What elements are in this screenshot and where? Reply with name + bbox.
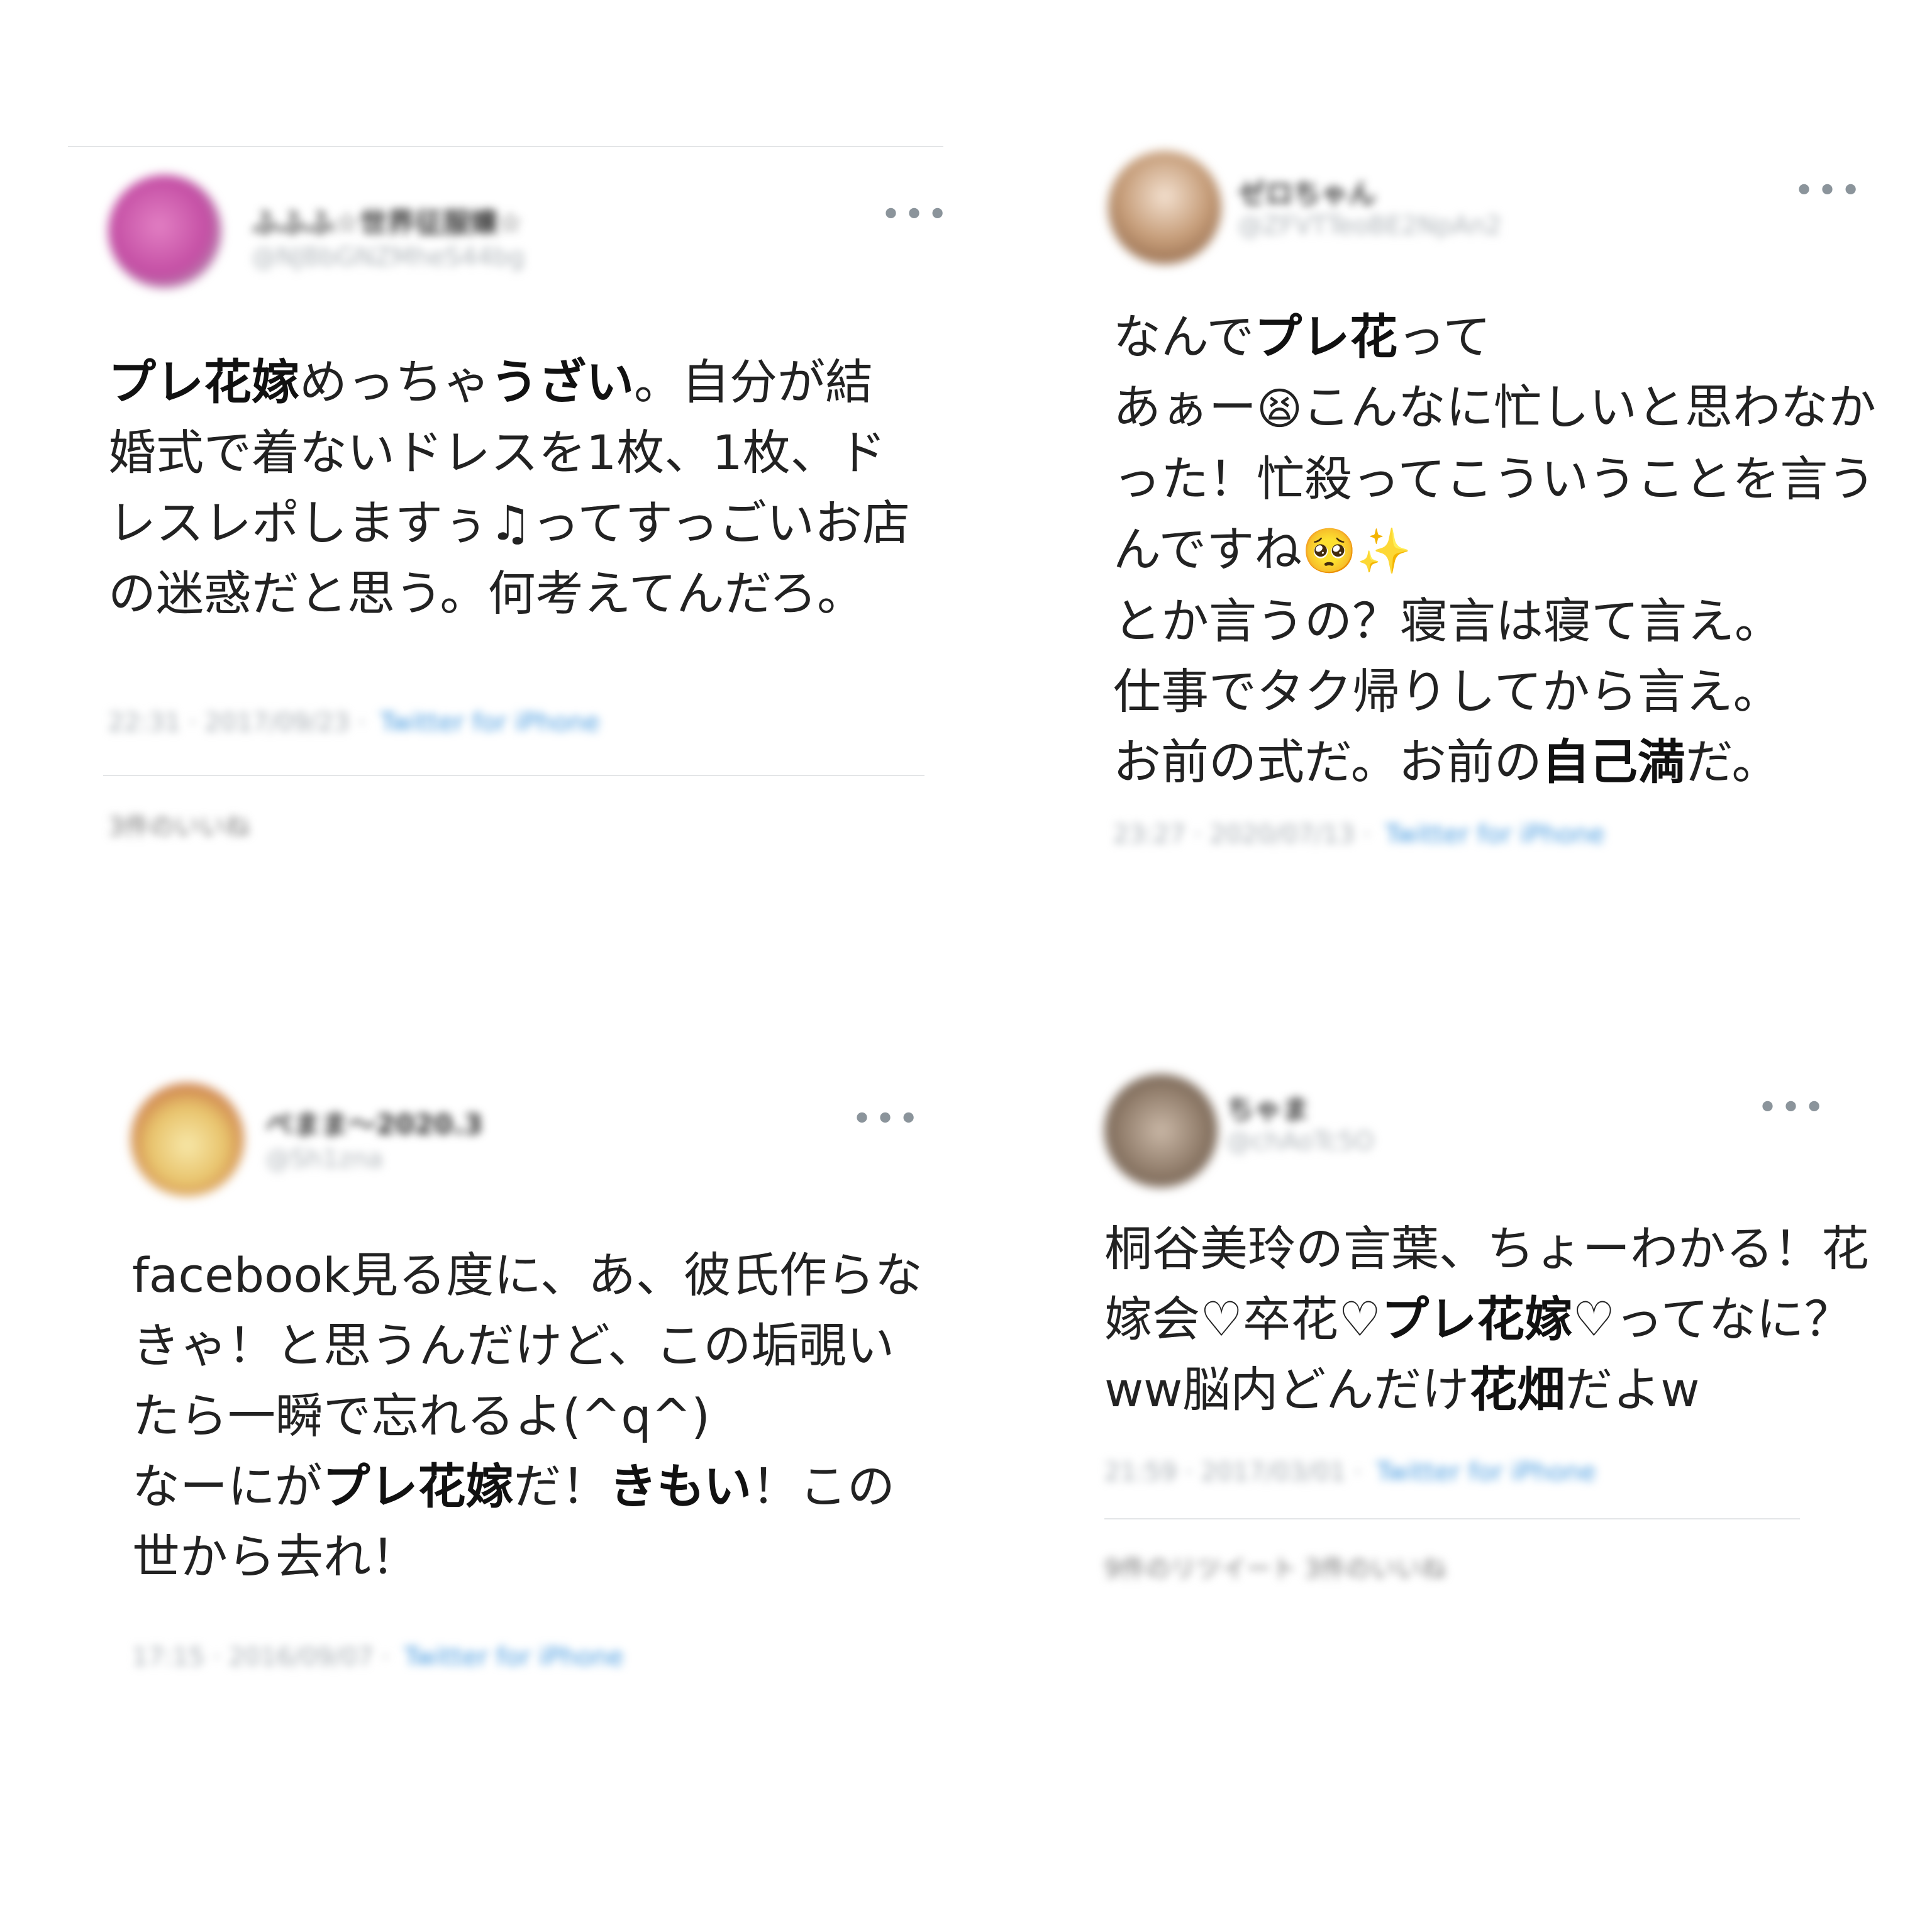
emoji: ✨ xyxy=(1357,525,1412,577)
text-segment: なーにが xyxy=(132,1458,323,1514)
tweet-text-line: あぁー😫こんなに忙しいと思わなか xyxy=(1113,372,1876,444)
text-segment: たら一瞬で忘れるよ(^q^) xyxy=(132,1388,710,1444)
tweet-text-line: とか言うの？寝言は寝て言え。 xyxy=(1113,586,1876,657)
user-handle[interactable]: @chAoTc5O xyxy=(1226,1127,1374,1156)
text-segment: ww脳内どんだけ xyxy=(1104,1362,1470,1418)
display-name[interactable]: ぺまま〜2020.3 xyxy=(265,1102,483,1142)
timestamp-text: 21:59 · 2017/03/01 · xyxy=(1104,1458,1370,1487)
display-name[interactable]: ふふふ☆世界征服嬢☆ xyxy=(252,200,523,240)
text-segment: あぁー xyxy=(1113,379,1257,435)
text-segment: 婚式で着ないドレスを1枚、1枚、ド xyxy=(108,425,886,480)
user-handle[interactable]: @ZFVTTeoBE2NpAn2 xyxy=(1238,211,1502,240)
tweet-timestamp: 17:15 · 2016/09/07 · Twitter for iPhone xyxy=(132,1643,624,1672)
tweet-text-line: プレ花嫁めっちゃうざい。自分が結 xyxy=(108,347,910,418)
tweet-timestamp: 23:27 · 2020/07/13 · Twitter for iPhone xyxy=(1113,820,1605,849)
text-segment: facebook見る度に、あ、彼氏作らな xyxy=(132,1247,923,1303)
text-segment: だ！ xyxy=(513,1458,609,1514)
source-link[interactable]: Twitter for iPhone xyxy=(404,1643,624,1672)
tweet-text: 桐谷美玲の言葉、ちょーわかる！花 嫁会♡卒花♡プレ花嫁♡ってなに？ ww脳内どんだけ… xyxy=(1104,1214,1869,1425)
tweet-text-line: たら一瞬で忘れるよ(^q^) xyxy=(132,1381,923,1452)
text-segment: だよw xyxy=(1565,1362,1700,1418)
avatar[interactable] xyxy=(1108,151,1221,264)
user-handle[interactable]: @NJBbGNZMheS44bg xyxy=(252,243,525,272)
source-link[interactable]: Twitter for iPhone xyxy=(1376,1458,1596,1487)
bold-text: プレ花嫁 xyxy=(322,1458,514,1514)
timestamp-text: 22:31 · 2017/09/23 · xyxy=(108,708,374,737)
engagement-stats[interactable]: 9件のリツイート 3件のいいね xyxy=(1104,1548,1446,1585)
bold-text: プレ花嫁 xyxy=(1381,1291,1573,1347)
bold-text: うざい xyxy=(491,354,634,410)
display-name[interactable]: ちゃま xyxy=(1226,1087,1309,1127)
text-segment: きゃ！と思うんだけど、この垢覗い xyxy=(132,1318,895,1374)
text-segment: ！この xyxy=(751,1458,895,1514)
bold-text: プレ花 xyxy=(1254,309,1398,365)
bold-text: きもい xyxy=(609,1458,752,1514)
more-options-icon[interactable]: ••• xyxy=(880,197,950,233)
stats-divider xyxy=(103,775,924,776)
tweet-text: facebook見る度に、あ、彼氏作らな きゃ！と思うんだけど、この垢覗い たら一瞬… xyxy=(132,1240,923,1592)
emoji: 🥺 xyxy=(1302,525,1357,577)
tweet-text-line: った！忙殺ってこういうことを言う xyxy=(1113,444,1876,514)
bold-text: プレ花嫁 xyxy=(108,354,299,410)
text-segment: とか言うの？寝言は寝て言え。 xyxy=(1113,593,1782,649)
more-options-icon[interactable]: ••• xyxy=(1794,174,1863,209)
more-options-icon[interactable]: ••• xyxy=(1757,1091,1827,1126)
display-name[interactable]: ゼロちゃん xyxy=(1238,171,1376,211)
tweet-text-line: レスレポしますぅ♫ってすっごいお店 xyxy=(108,488,910,558)
text-segment: ♡ってなに？ xyxy=(1572,1291,1852,1347)
tweet-text-line: の迷惑だと思う。何考えてんだろ。 xyxy=(108,558,910,629)
tweet-text-line: 桐谷美玲の言葉、ちょーわかる！花 xyxy=(1104,1214,1869,1284)
avatar[interactable] xyxy=(108,175,221,288)
avatar[interactable] xyxy=(131,1083,244,1196)
text-segment: レスレポしますぅ♫ってすっごいお店 xyxy=(108,495,911,551)
stats-divider xyxy=(1104,1518,1800,1519)
tweet-text-line: facebook見る度に、あ、彼氏作らな xyxy=(132,1240,923,1311)
top-divider xyxy=(68,146,943,147)
timestamp-text: 23:27 · 2020/07/13 · xyxy=(1113,820,1379,849)
text-segment: お前の式だ。お前の xyxy=(1113,734,1542,790)
tweet-timestamp: 21:59 · 2017/03/01 · Twitter for iPhone xyxy=(1104,1458,1596,1487)
text-segment: 仕事でタク帰りしてから言え。 xyxy=(1113,663,1781,719)
text-segment: めっちゃ xyxy=(299,354,491,410)
tweet-text-line: なんでプレ花って xyxy=(1113,302,1876,372)
text-segment: って xyxy=(1397,309,1491,365)
tweet-text-line: 婚式で着ないドレスを1枚、1枚、ド xyxy=(108,418,910,488)
tweet-text-line: 仕事でタク帰りしてから言え。 xyxy=(1113,657,1876,727)
text-segment: んですね xyxy=(1113,521,1302,577)
tweet-text-line: きゃ！と思うんだけど、この垢覗い xyxy=(132,1311,923,1381)
source-link[interactable]: Twitter for iPhone xyxy=(380,708,600,737)
tweet-text: なんでプレ花って あぁー😫こんなに忙しいと思わなか った！忙殺ってこういうことを言う… xyxy=(1113,302,1876,797)
tweet-text-line: お前の式だ。お前の自己満だ。 xyxy=(1113,727,1876,797)
user-handle[interactable]: @Sh1zna xyxy=(265,1145,383,1174)
tweet-timestamp: 22:31 · 2017/09/23 · Twitter for iPhone xyxy=(108,708,600,737)
bold-text: 自己満 xyxy=(1541,734,1685,790)
text-segment: 。自分が結 xyxy=(634,354,873,410)
text-segment: なんで xyxy=(1113,309,1255,365)
text-segment: こんなに忙しいと思わなか xyxy=(1302,379,1876,435)
tweet-text: プレ花嫁めっちゃうざい。自分が結婚式で着ないドレスを1枚、1枚、ド レスレポします… xyxy=(108,347,910,629)
text-segment: だ。 xyxy=(1685,734,1780,790)
avatar[interactable] xyxy=(1104,1074,1218,1187)
text-segment: 嫁会♡卒花♡ xyxy=(1104,1291,1382,1347)
tweet-text-line: んですね🥺✨ xyxy=(1113,514,1876,586)
text-segment: 世から去れ！ xyxy=(132,1529,419,1585)
engagement-stats[interactable]: 3件のいいね xyxy=(108,806,250,843)
tweet-text-line: 嫁会♡卒花♡プレ花嫁♡ってなに？ xyxy=(1104,1284,1869,1355)
text-segment: 桐谷美玲の言葉、ちょーわかる！花 xyxy=(1104,1221,1869,1277)
emoji: 😫 xyxy=(1257,383,1302,435)
timestamp-text: 17:15 · 2016/09/07 · xyxy=(132,1643,398,1672)
tweet-text-line: 世から去れ！ xyxy=(132,1522,923,1592)
text-segment: った！忙殺ってこういうことを言う xyxy=(1113,451,1876,507)
source-link[interactable]: Twitter for iPhone xyxy=(1385,820,1605,849)
text-segment: の迷惑だと思う。何考えてんだろ。 xyxy=(108,565,865,621)
bold-text: 花畑 xyxy=(1469,1362,1565,1418)
tweet-text-line: ww脳内どんだけ花畑だよw xyxy=(1104,1355,1869,1425)
more-options-icon[interactable]: ••• xyxy=(852,1102,921,1137)
tweet-text-line: なーにがプレ花嫁だ！きもい！この xyxy=(132,1452,923,1522)
